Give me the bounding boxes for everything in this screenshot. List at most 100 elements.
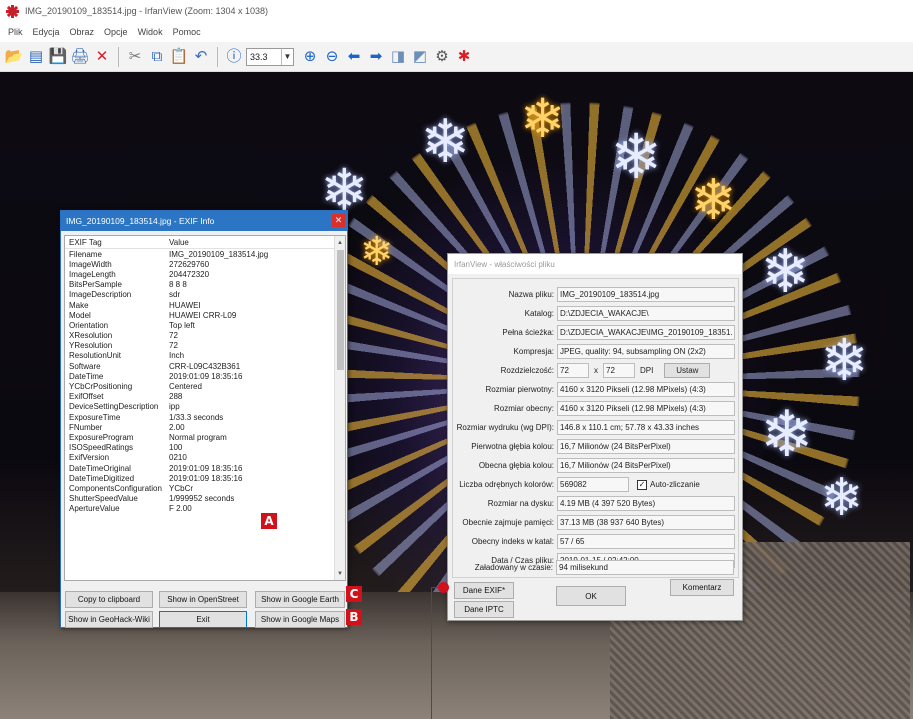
exif-table[interactable]: EXIF Tag Value Filename IMG_20190109_1835… [64,235,346,581]
table-row[interactable]: DateTimeDigitized 2019:01:09 18:35:16 [65,473,345,483]
table-row[interactable]: DateTime 2019:01:09 18:35:16 [65,371,345,381]
table-row[interactable]: Filename IMG_20190109_183514.jpg [65,249,345,259]
table-row[interactable]: ExifOffset 288 [65,392,345,402]
table-row[interactable]: ISOSpeedRatings 100 [65,443,345,453]
table-row[interactable]: YCbCrPositioning Centered [65,381,345,391]
value-memory[interactable]: 37.13 MB (38 937 640 Bytes) [557,515,735,530]
exif-data-button[interactable]: Dane EXIF* [454,582,514,599]
undo-icon[interactable]: ↶ [191,47,211,67]
value-compression[interactable]: JPEG, quality: 94, subsampling ON (2x2) [557,344,735,359]
scroll-down-icon[interactable]: ▼ [335,568,345,579]
table-row[interactable]: Orientation Top left [65,320,345,330]
irfanview-logo-icon[interactable]: ✱ [454,47,474,67]
menu-options[interactable]: Opcje [104,27,128,37]
window-title: IMG_20190109_183514.jpg - IrfanView (Zoo… [25,6,268,16]
copy-to-clipboard-button[interactable]: Copy to clipboard [65,591,153,608]
table-row[interactable]: FNumber 2.00 [65,422,345,432]
table-row[interactable]: ImageLength 204472320 [65,269,345,279]
value-file-name[interactable]: IMG_20190109_183514.jpg [557,287,735,302]
table-row[interactable]: ExposureTime 1/33.3 seconds [65,412,345,422]
exif-tag: ISOSpeedRatings [69,443,134,453]
zoom-in-icon[interactable]: ⊕ [300,47,320,67]
previous-icon[interactable]: ⬅ [344,47,364,67]
show-in-openstreet-button[interactable]: Show in OpenStreet [159,591,247,608]
value-current-depth[interactable]: 16,7 Milionów (24 BitsPerPixel) [557,458,735,473]
scroll-thumb[interactable] [337,250,344,370]
table-row[interactable]: ExifVersion 0210 [65,453,345,463]
table-row[interactable]: ApertureValue F 2.00 [65,504,345,514]
delete-icon[interactable]: ✕ [92,47,112,67]
exif-tag: ExifOffset [69,392,104,402]
paste-icon[interactable]: 📋 [169,47,189,67]
menu-view[interactable]: Widok [138,27,163,37]
table-row[interactable]: DateTimeOriginal 2019:01:09 18:35:16 [65,463,345,473]
column-header-value[interactable]: Value [169,238,345,247]
table-row[interactable]: BitsPerSample 8 8 8 [65,280,345,290]
value-full-path[interactable]: D:\ZDJECIA_WAKACJE\IMG_20190109_18351. [557,325,735,340]
exit-button[interactable]: Exit [159,611,247,628]
table-row[interactable]: DeviceSettingDescription ipp [65,402,345,412]
set-resolution-button[interactable]: Ustaw [664,363,711,378]
exif-value: Top left [169,320,195,330]
auto-count-checkbox[interactable]: ✓ [637,479,647,490]
snowflake-light: ❄ [820,328,869,393]
snowflake-light: ❄ [520,89,566,149]
last-page-icon[interactable]: ◩ [410,47,430,67]
row-load-time: Załadowany w czasie: 94 milisekund [452,560,739,575]
table-row[interactable]: Make HUAWEI [65,300,345,310]
exif-scrollbar[interactable]: ▲ ▼ [334,236,345,580]
ok-button[interactable]: OK [556,586,626,606]
info-icon[interactable]: ⓘ [224,47,244,67]
zoom-out-icon[interactable]: ⊖ [322,47,342,67]
show-in-google-maps-button[interactable]: Show in Google Maps [255,611,345,628]
value-print-size[interactable]: 146.8 x 110.1 cm; 57.78 x 43.33 inches [557,420,735,435]
menu-image[interactable]: Obraz [70,27,95,37]
value-original-depth[interactable]: 16,7 Milionów (24 BitsPerPixel) [557,439,735,454]
open-folder-icon[interactable]: 📂 [4,47,24,67]
table-row[interactable]: YResolution 72 [65,341,345,351]
menu-file[interactable]: Plik [8,27,23,37]
zoom-combo[interactable]: 33.3 ▼ [246,47,294,66]
save-icon[interactable]: 💾 [48,47,68,67]
next-icon[interactable]: ➡ [366,47,386,67]
show-in-google-earth-button[interactable]: Show in Google Earth [255,591,345,608]
value-load-time[interactable]: 94 milisekund [556,560,734,575]
column-header-tag[interactable]: EXIF Tag [65,238,169,247]
first-page-icon[interactable]: ◨ [388,47,408,67]
iptc-data-button[interactable]: Dane IPTC [454,601,514,618]
comment-button[interactable]: Komentarz [670,579,734,596]
irfanview-app-icon [6,4,19,18]
resolution-x-input[interactable]: 72 [557,363,589,378]
menu-edit[interactable]: Edycja [33,27,60,37]
copy-icon[interactable]: ⧉ [147,47,167,67]
table-row[interactable]: ExposureProgram Normal program [65,432,345,442]
menu-help[interactable]: Pomoc [173,27,201,37]
value-index[interactable]: 57 / 65 [557,534,735,549]
table-row[interactable]: ShutterSpeedValue 1/999952 seconds [65,494,345,504]
label-compression: Kompresja: [513,347,554,356]
scroll-up-icon[interactable]: ▲ [335,237,345,248]
slideshow-icon[interactable]: ▤ [26,47,46,67]
value-current-size[interactable]: 4160 x 3120 Pikseli (12.98 MPixels) (4:3… [557,401,735,416]
chevron-down-icon[interactable]: ▼ [281,48,293,65]
close-icon[interactable]: ✕ [332,214,345,227]
table-row[interactable]: ImageDescription sdr [65,290,345,300]
value-directory[interactable]: D:\ZDJECIA_WAKACJE\ [557,306,735,321]
value-unique-colors[interactable]: 569082 [557,477,629,492]
cut-icon[interactable]: ✂ [125,47,145,67]
settings-tools-icon[interactable]: ⚙ [432,47,452,67]
print-icon[interactable]: 🖨 [70,47,90,67]
table-row[interactable]: Software CRR-L09C432B361 [65,361,345,371]
table-row[interactable]: ResolutionUnit Inch [65,351,345,361]
properties-dialog-title: IrfanView - właściwości pliku [448,254,742,274]
row-original-size: Rozmiar pierwotny: 4160 x 3120 Pikseli (… [453,382,740,397]
table-row[interactable]: XResolution 72 [65,331,345,341]
show-in-geohack-wiki-button[interactable]: Show in GeoHack-Wiki [65,611,153,628]
table-row[interactable]: Model HUAWEI CRR-L09 [65,310,345,320]
value-original-size[interactable]: 4160 x 3120 Pikseli (12.98 MPixels) (4:3… [557,382,735,397]
value-disk-size[interactable]: 4.19 MB (4 397 520 Bytes) [557,496,735,511]
resolution-y-input[interactable]: 72 [603,363,635,378]
table-row[interactable]: ImageWidth 272629760 [65,259,345,269]
table-row[interactable]: ComponentsConfiguration YCbCr [65,483,345,493]
exif-value: CRR-L09C432B361 [169,361,241,371]
